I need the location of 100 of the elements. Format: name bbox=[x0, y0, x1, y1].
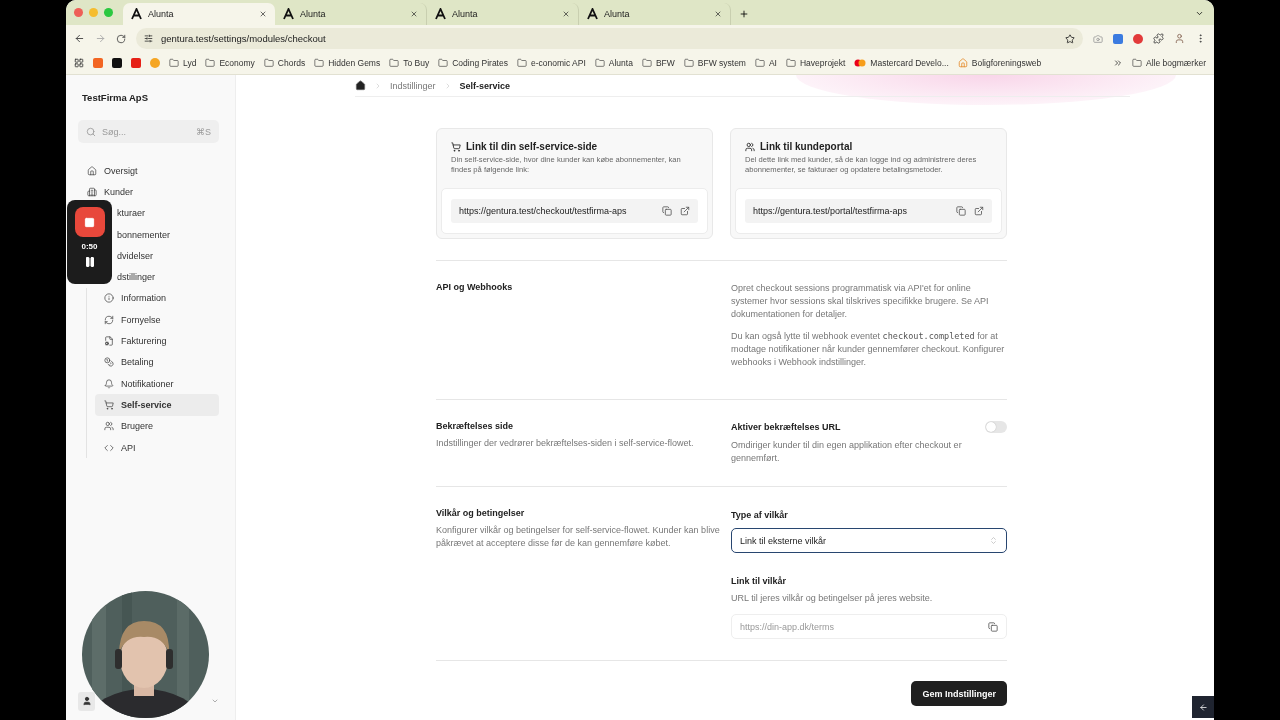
bookmark[interactable]: Boligforeningsweb bbox=[957, 58, 1042, 68]
save-button[interactable]: Gem Indstillinger bbox=[911, 681, 1007, 707]
section-description: Indstillinger der vedrører bekræftelses-siden i self-service-flowet. bbox=[436, 437, 695, 451]
section-description: Du kan også lytte til webhook eventet checkout.completed for at modtage notifikationer når kunder gennemfører checkout. Konfigurer webhooks i Webhook indstillinger. bbox=[731, 330, 1006, 370]
cart-icon bbox=[451, 141, 461, 152]
breadcrumb-link[interactable]: Indstillinger bbox=[390, 80, 436, 91]
setting-description: Omdiriger kunder til din egen applikation efter checkout er gennemført. bbox=[731, 439, 963, 466]
folder-icon bbox=[786, 58, 796, 68]
bookmark-star-icon[interactable] bbox=[1065, 33, 1075, 44]
chevrons-icon bbox=[989, 536, 998, 546]
bookmark[interactable]: e-conomic API bbox=[516, 58, 586, 68]
folder-icon bbox=[641, 58, 652, 68]
nav-item[interactable]: dstillinger bbox=[114, 266, 219, 288]
nav-item[interactable]: Fakturering bbox=[95, 330, 219, 352]
nav-item[interactable]: kturaer bbox=[114, 202, 219, 224]
home-icon[interactable] bbox=[355, 80, 366, 91]
stop-recording-button[interactable] bbox=[74, 207, 105, 237]
external-link-icon[interactable] bbox=[974, 206, 984, 216]
tab-menu-icon[interactable] bbox=[1195, 9, 1204, 18]
all-bookmarks[interactable]: Alle bogmærker bbox=[1132, 58, 1206, 68]
folder-icon bbox=[1132, 58, 1142, 68]
bookmark[interactable]: Mastercard Develo... bbox=[854, 58, 949, 68]
nav-item[interactable]: Betaling bbox=[95, 351, 219, 373]
company-name: TestFirma ApS bbox=[81, 92, 149, 103]
copy-icon[interactable] bbox=[956, 206, 966, 216]
nav-icon bbox=[87, 186, 97, 197]
bookmark[interactable]: Coding Pirates bbox=[438, 58, 508, 68]
copy-icon[interactable] bbox=[662, 206, 672, 216]
nav-icon bbox=[104, 421, 114, 432]
bookmark[interactable]: Economy bbox=[205, 58, 255, 68]
profile-icon[interactable] bbox=[1174, 33, 1185, 44]
nav-icon bbox=[87, 165, 97, 176]
new-tab-icon[interactable] bbox=[739, 9, 749, 19]
section-title: Vilkår og betingelser bbox=[436, 508, 526, 519]
folder-icon bbox=[314, 58, 325, 68]
folder-icon bbox=[389, 58, 400, 68]
bookmark[interactable]: Chords bbox=[263, 58, 306, 68]
nav-icon bbox=[104, 378, 114, 389]
nav-item[interactable]: Fornyelse bbox=[95, 309, 219, 331]
folder-icon bbox=[169, 58, 179, 68]
bookmark[interactable]: Haveprojekt bbox=[786, 58, 846, 68]
nav-icon bbox=[104, 442, 114, 453]
section-title: API og Webhooks bbox=[436, 282, 514, 294]
stop-icon bbox=[84, 216, 95, 228]
close-tab-icon[interactable] bbox=[259, 10, 267, 18]
site-settings-icon[interactable] bbox=[144, 34, 153, 43]
nav-item[interactable]: Information bbox=[95, 287, 219, 310]
terms-type-select[interactable]: Link til eksterne vilkår bbox=[731, 528, 1007, 554]
external-link-icon[interactable] bbox=[680, 206, 690, 216]
field-description: URL til jeres vilkår og betingelser på jeres website. bbox=[731, 592, 934, 606]
bookmark[interactable]: Lyd bbox=[169, 58, 197, 68]
link-url-field[interactable]: https://gentura.test/portal/testfirma-aps bbox=[745, 199, 992, 223]
bookmark[interactable]: To Buy bbox=[389, 58, 430, 68]
folder-icon bbox=[683, 58, 694, 68]
reload-icon[interactable] bbox=[116, 33, 126, 44]
window-close-button[interactable] bbox=[74, 8, 83, 17]
folder-icon bbox=[205, 58, 216, 68]
card-title: Link til din self-service-side bbox=[466, 141, 598, 152]
bookmark[interactable]: BFW system bbox=[683, 58, 746, 68]
close-tab-icon[interactable] bbox=[410, 10, 418, 18]
section-description: Konfigurer vilkår og betingelser for self-service-flowet. Kunder kan blive påkrævet at acceptere disse før de kan gennemføre købet. bbox=[436, 524, 721, 551]
nav-item[interactable]: bonnementer bbox=[114, 223, 219, 246]
extensions-icon[interactable] bbox=[1153, 33, 1164, 44]
breadcrumb-current: Self-service bbox=[459, 80, 511, 91]
search-icon bbox=[86, 126, 96, 137]
circles-logo-icon bbox=[854, 59, 867, 67]
apps-icon[interactable] bbox=[74, 58, 84, 68]
tab-favicon-icon bbox=[283, 8, 294, 20]
nav-item[interactable]: Self-service bbox=[95, 394, 219, 416]
nav-item[interactable]: Notifikationer bbox=[95, 372, 219, 395]
nav-icon bbox=[104, 399, 114, 410]
bookmark[interactable]: BFW bbox=[641, 58, 675, 68]
nav-item[interactable]: dvidelser bbox=[114, 245, 219, 267]
folder-icon bbox=[754, 58, 765, 68]
nav-item[interactable]: Kunder bbox=[78, 181, 219, 203]
close-tab-icon[interactable] bbox=[714, 10, 722, 18]
folder-icon bbox=[438, 58, 449, 68]
close-tab-icon[interactable] bbox=[562, 10, 570, 18]
setting-label: Aktiver bekræftelses URL bbox=[731, 422, 841, 433]
bookmark[interactable]: AI bbox=[754, 58, 777, 68]
bookmark[interactable]: Hidden Gems bbox=[314, 58, 381, 68]
user-icon bbox=[81, 696, 92, 706]
bookmark[interactable]: Alunta bbox=[594, 58, 633, 68]
browser-tab[interactable]: Alunta bbox=[123, 3, 275, 25]
toggle-switch[interactable] bbox=[985, 421, 1007, 434]
more-bookmarks-icon[interactable] bbox=[1113, 58, 1123, 68]
folder-icon bbox=[594, 58, 605, 68]
copy-icon[interactable] bbox=[988, 621, 998, 632]
back-icon[interactable] bbox=[74, 33, 85, 44]
nav-item[interactable]: API bbox=[95, 436, 219, 459]
address-bar[interactable]: gentura.test/settings/modules/checkout bbox=[136, 28, 1083, 49]
adblock-icon[interactable] bbox=[1133, 33, 1143, 44]
pause-icon[interactable] bbox=[83, 256, 96, 268]
back-button[interactable] bbox=[1192, 696, 1214, 718]
user-avatar-button[interactable] bbox=[78, 691, 95, 711]
nav-item[interactable]: Oversigt bbox=[78, 160, 219, 182]
nav-item[interactable]: Brugere bbox=[95, 415, 219, 437]
field-label: Link til vilkår bbox=[731, 576, 788, 587]
link-url-field[interactable]: https://gentura.test/checkout/testfirma-aps bbox=[451, 199, 698, 223]
extension-icon[interactable] bbox=[1113, 33, 1123, 44]
